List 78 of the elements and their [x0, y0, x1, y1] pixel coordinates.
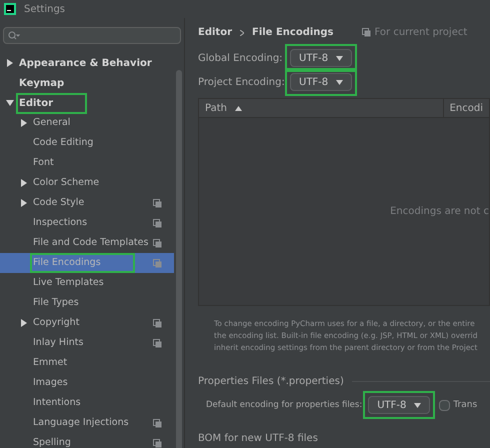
tree-item[interactable]: Editor [0, 93, 174, 113]
tree-item[interactable]: Images [0, 373, 174, 393]
breadcrumb-item: Editor [198, 26, 232, 40]
tree-item[interactable]: General [0, 113, 174, 133]
tree-item[interactable]: Language Injections [0, 413, 174, 433]
tree-label: Editor [18, 94, 85, 112]
tree-label: Font [32, 156, 55, 170]
tree-label: File Types [32, 296, 80, 310]
tree-item[interactable]: Keymap [0, 73, 174, 93]
caret-down-icon [336, 80, 344, 85]
tree-label: Spelling [32, 436, 72, 448]
section-title: Properties Files (*.properties) [198, 374, 344, 389]
copy-icon [153, 198, 162, 208]
window-title: Settings [24, 2, 66, 16]
copy-icon [153, 438, 162, 448]
app-logo-icon [4, 3, 16, 15]
tree-item[interactable]: Color Scheme [0, 173, 174, 193]
search-field[interactable] [3, 27, 181, 44]
section-title: BOM for new UTF-8 files [198, 433, 318, 444]
breadcrumb-item: File Encodings [252, 26, 334, 40]
caret-right-icon[interactable] [20, 319, 28, 327]
tree-label: Intentions [32, 396, 82, 410]
copy-icon [153, 318, 162, 328]
encoding-dropdown[interactable]: UTF-8 [368, 396, 430, 414]
caret-right-icon[interactable] [20, 179, 28, 187]
caret-right-icon[interactable] [20, 119, 28, 127]
tree-label: Color Scheme [32, 176, 100, 190]
tree-item[interactable]: Intentions [0, 393, 174, 413]
tree-item[interactable]: File Types [0, 293, 174, 313]
tree-item[interactable]: Appearance & Behavior [0, 53, 174, 73]
tree-item[interactable]: Live Templates [0, 273, 174, 293]
tree-item[interactable]: File and Code Templates [0, 233, 174, 253]
tree-item[interactable]: Copyright [0, 313, 174, 333]
tree-item[interactable]: Inspections [0, 213, 174, 233]
tree-label: Copyright [32, 316, 80, 330]
caret-right-icon[interactable] [20, 199, 28, 207]
encoding-dropdown[interactable]: UTF-8 [290, 73, 352, 92]
tree-item[interactable]: Font [0, 153, 174, 173]
tree-label: Keymap [18, 76, 66, 90]
tree-label: General [32, 116, 72, 130]
tree-label: Inlay Hints [32, 336, 84, 350]
field-label: Global Encoding: [198, 52, 281, 66]
tree-label: File Encodings [32, 254, 133, 272]
chevron-right-icon [240, 30, 244, 36]
tree-item[interactable]: Spelling [0, 433, 174, 448]
copy-icon [153, 258, 162, 268]
checkbox[interactable] [439, 400, 450, 411]
scope-note: For current project [374, 26, 468, 40]
copy-icon [153, 238, 162, 248]
checkbox-label: Trans [453, 398, 478, 412]
tree-label: Language Injections [32, 416, 130, 430]
tree-label: Emmet [32, 356, 68, 370]
field-label: Default encoding for properties files: [206, 399, 362, 412]
caret-down-icon [414, 402, 422, 408]
tree-label: Live Templates [32, 276, 105, 290]
tree-label: Code Editing [32, 136, 94, 150]
caret-down-icon [336, 56, 344, 61]
tree-item[interactable]: Inlay Hints [0, 333, 174, 353]
tree-label: File and Code Templates [32, 236, 150, 250]
column-header[interactable]: Encodi [444, 99, 489, 118]
search-icon [8, 31, 20, 40]
caret-down-icon[interactable] [6, 99, 14, 107]
tree-item[interactable]: Code Style [0, 193, 174, 213]
encoding-dropdown[interactable]: UTF-8 [290, 49, 352, 68]
copy-icon [362, 28, 371, 38]
copy-icon [153, 418, 162, 428]
empty-table-message: Encodings are not c [390, 204, 489, 219]
tree-label: Inspections [32, 216, 88, 230]
tree-label: Images [32, 376, 69, 390]
copy-icon [153, 218, 162, 228]
tree-label: Code Style [32, 196, 86, 210]
caret-right-icon[interactable] [6, 59, 14, 67]
tree-item[interactable]: Code Editing [0, 133, 174, 153]
column-header[interactable]: Path [199, 99, 444, 118]
copy-icon [153, 338, 162, 348]
scrollbar[interactable] [176, 70, 182, 448]
tree-item[interactable]: Emmet [0, 353, 174, 373]
tree-label: Appearance & Behavior [18, 56, 153, 70]
